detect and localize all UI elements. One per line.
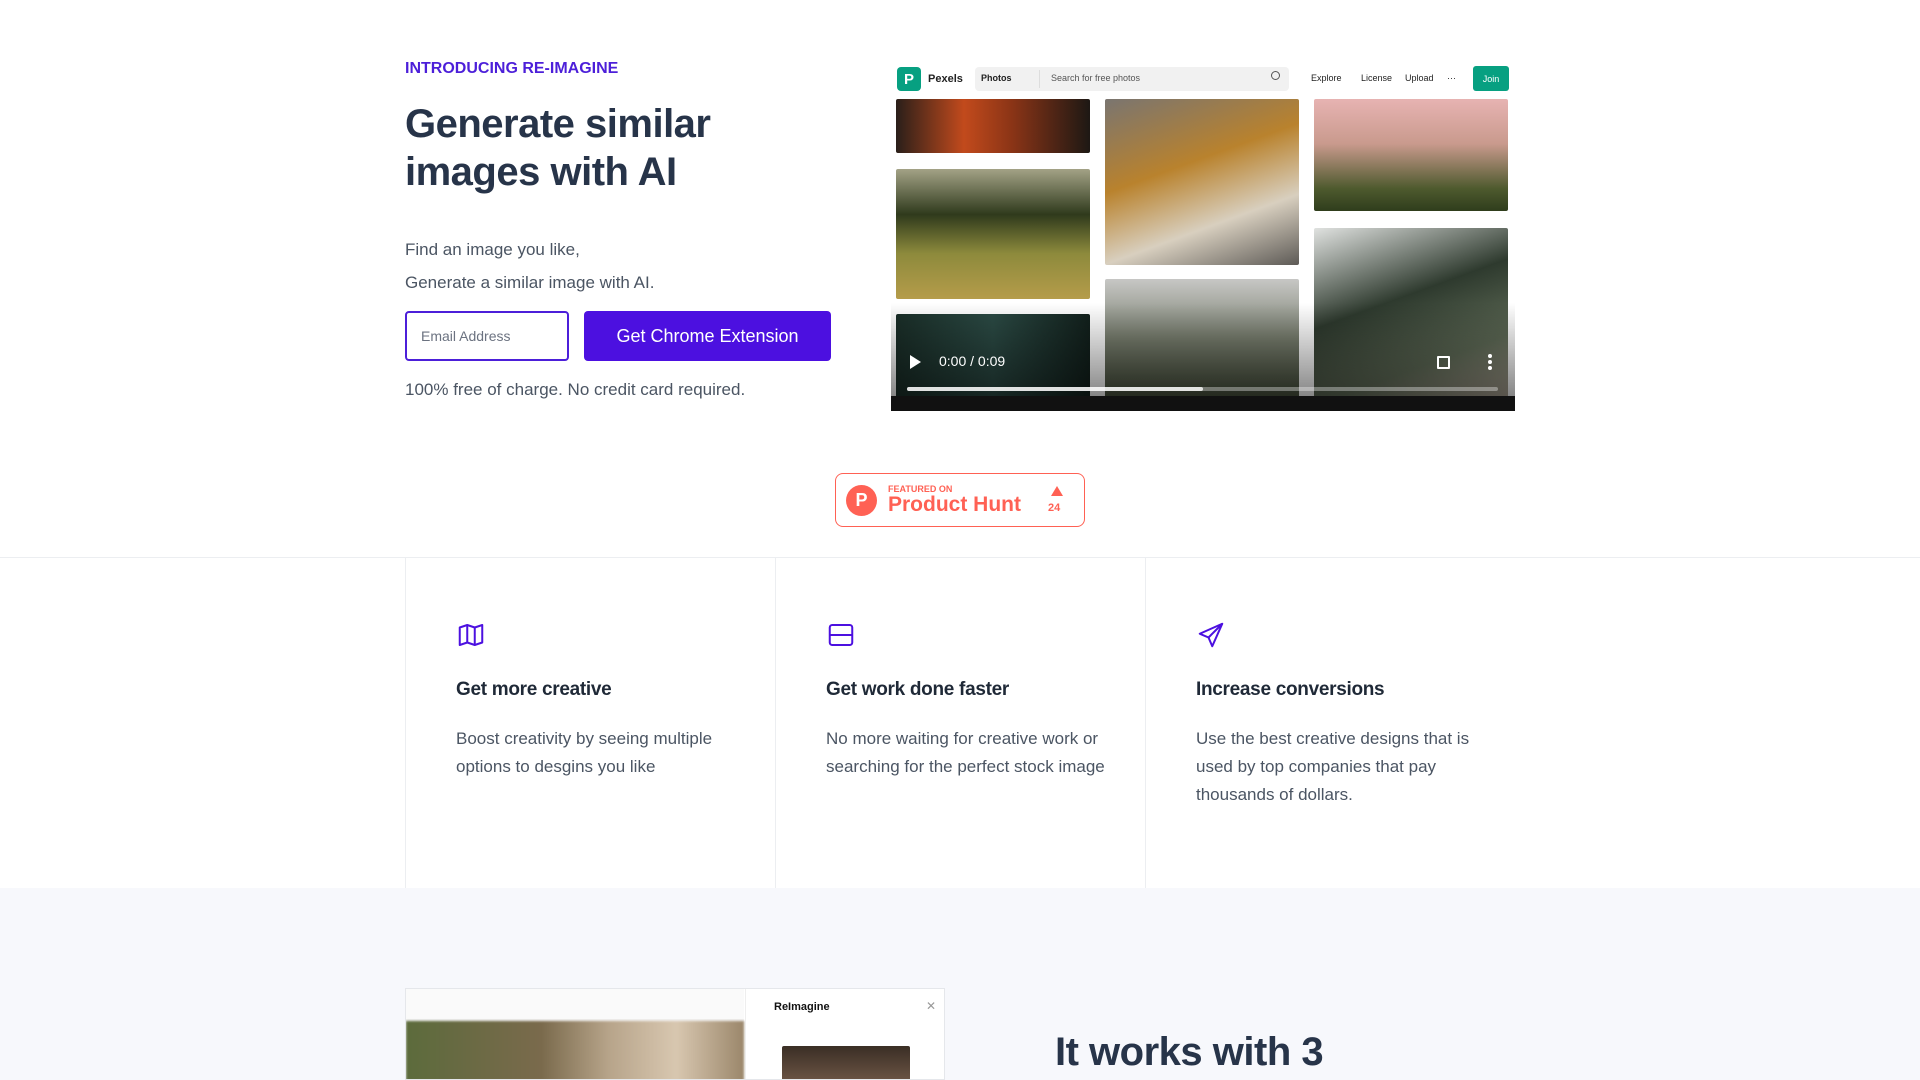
search-icon (1271, 71, 1280, 80)
video-time: 0:00 / 0:09 (939, 353, 1006, 369)
pexels-license-link: License (1361, 73, 1393, 83)
photo-tile (1105, 99, 1299, 265)
close-icon: ✕ (926, 999, 937, 1013)
video-bottom-bar (891, 396, 1515, 411)
reimagine-panel-title: ReImagine (774, 1001, 830, 1013)
hero-title: Generate similar images with AI (405, 102, 711, 194)
pexels-more-icon: ··· (1447, 73, 1456, 83)
hero-desc-line-2: Generate a similar image with AI. (405, 273, 655, 292)
pexels-navbar: P Pexels Photos Search for free photos E… (891, 63, 1515, 99)
feature-card: Get more creative Boost creativity by se… (405, 557, 775, 888)
hero-text: INTRODUCING RE-IMAGINE Generate similar … (405, 60, 845, 299)
feature-description: Use the best creative designs that is us… (1196, 729, 1470, 804)
signup-form: Get Chrome Extension (405, 311, 831, 361)
extension-screenshot: ReImagine ✕ (405, 988, 945, 1080)
reimagine-panel: ReImagine ✕ (745, 989, 944, 1079)
features-section: Get more creative Boost creativity by se… (405, 557, 1515, 888)
pexels-search-divider (1039, 70, 1040, 88)
play-icon[interactable] (910, 355, 921, 369)
screenshot-page (406, 989, 744, 1079)
pexels-upload-link: Upload (1405, 73, 1434, 83)
reimagine-result-thumb (782, 1046, 910, 1079)
video-progress-bar[interactable] (907, 387, 1498, 391)
hero-description: Find an image you like, Generate a simil… (405, 233, 845, 299)
pexels-name: Pexels (928, 73, 963, 85)
server-icon (828, 624, 854, 646)
demo-video[interactable]: P Pexels Photos Search for free photos E… (891, 63, 1515, 411)
video-progress-fill (907, 387, 1203, 391)
pexels-photos-dropdown: Photos (981, 73, 1012, 83)
free-note: 100% free of charge. No credit card requ… (405, 380, 746, 399)
map-icon (458, 624, 484, 646)
works-with-section (0, 888, 1920, 1080)
pexels-explore-link: Explore (1311, 73, 1342, 83)
photo-tile (896, 169, 1090, 299)
photo-tile (1314, 99, 1508, 211)
photo-tile (896, 99, 1090, 153)
feature-card: Get work done faster No more waiting for… (775, 557, 1145, 888)
product-hunt-badge[interactable]: P FEATURED ON Product Hunt 24 (835, 473, 1085, 527)
screenshot-photo (406, 1021, 744, 1079)
feature-card: Increase conversions Use the best creati… (1145, 557, 1515, 888)
works-with-title: It works with 3 (1055, 1030, 1324, 1074)
ph-name: Product Hunt (888, 493, 1021, 516)
fullscreen-icon[interactable] (1437, 356, 1450, 369)
feature-title: Get more creative (456, 679, 612, 700)
feature-title: Increase conversions (1196, 679, 1385, 700)
more-options-icon[interactable] (1488, 354, 1492, 370)
product-hunt-logo-icon: P (846, 485, 877, 516)
upvote-arrow-icon (1051, 486, 1063, 496)
hero-eyebrow: INTRODUCING RE-IMAGINE (405, 60, 619, 77)
hero-desc-line-1: Find an image you like, (405, 240, 580, 259)
send-icon (1198, 622, 1224, 648)
get-chrome-extension-button[interactable]: Get Chrome Extension (584, 311, 831, 361)
screenshot-topbar (406, 989, 744, 1019)
email-field[interactable] (405, 311, 569, 361)
pexels-logo: P (897, 67, 921, 91)
ph-upvote-count: 24 (1048, 502, 1061, 514)
pexels-search-placeholder: Search for free photos (1051, 73, 1141, 83)
feature-description: Boost creativity by seeing multiple opti… (456, 729, 713, 776)
feature-title: Get work done faster (826, 679, 1009, 700)
feature-description: No more waiting for creative work or sea… (826, 729, 1105, 776)
pexels-join-button: Join (1473, 66, 1509, 91)
